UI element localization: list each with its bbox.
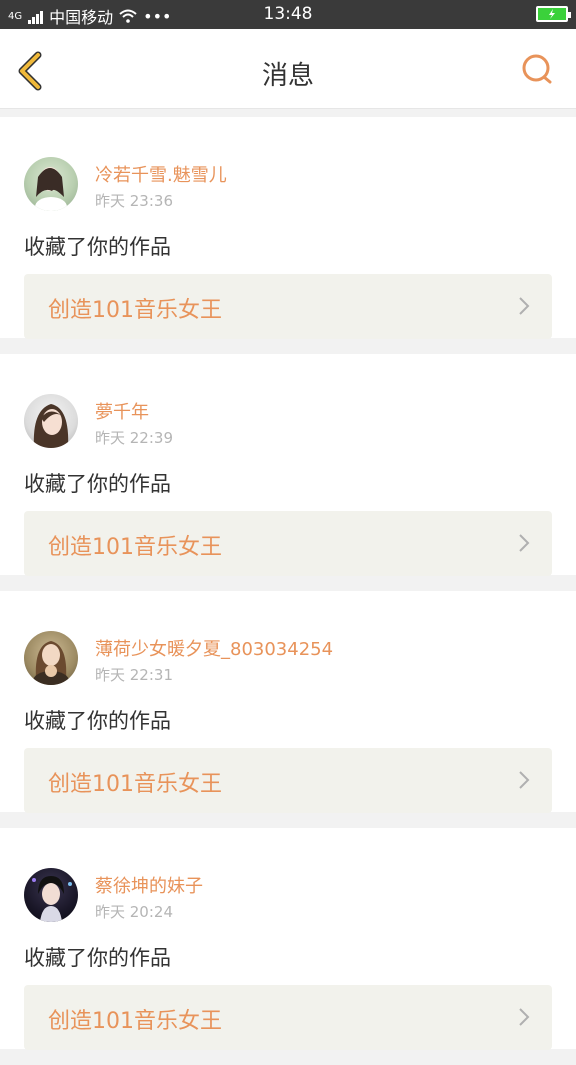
username[interactable]: 夢千年 (95, 398, 149, 424)
page-title: 消息 (261, 61, 314, 91)
message-time: 昨天 22:39 (95, 429, 173, 447)
work-link[interactable]: 创造101音乐女王 (24, 511, 552, 576)
message-action: 收藏了你的作品 (24, 946, 171, 970)
message-time: 昨天 20:24 (95, 903, 173, 921)
work-title: 创造101音乐女王 (48, 1009, 222, 1034)
message-time: 昨天 23:36 (95, 192, 173, 210)
work-link[interactable]: 创造101音乐女王 (24, 985, 552, 1050)
message-card: 蔡徐坤的妹子 昨天 20:24 收藏了你的作品 创造101音乐女王 (0, 828, 576, 1050)
username[interactable]: 蔡徐坤的妹子 (95, 872, 203, 898)
work-title: 创造101音乐女王 (48, 535, 222, 560)
chevron-right-icon (519, 1008, 530, 1026)
message-card: 冷若千雪.魅雪儿 昨天 23:36 收藏了你的作品 创造101音乐女王 (0, 117, 576, 339)
battery-icon (536, 6, 571, 22)
work-link[interactable]: 创造101音乐女王 (24, 748, 552, 813)
avatar[interactable] (24, 631, 78, 685)
status-right (536, 6, 571, 22)
avatar[interactable] (24, 394, 78, 448)
message-time: 昨天 22:31 (95, 666, 173, 684)
status-bar: 4G 中国移动 ••• 13:48 (0, 0, 576, 29)
avatar[interactable] (24, 157, 78, 211)
work-title: 创造101音乐女王 (48, 298, 222, 323)
message-action: 收藏了你的作品 (24, 235, 171, 259)
username[interactable]: 冷若千雪.魅雪儿 (95, 161, 227, 187)
avatar[interactable] (24, 868, 78, 922)
search-button[interactable] (520, 53, 554, 87)
chevron-right-icon (519, 771, 530, 789)
chevron-right-icon (519, 534, 530, 552)
message-action: 收藏了你的作品 (24, 472, 171, 496)
chevron-right-icon (519, 297, 530, 315)
message-action: 收藏了你的作品 (24, 709, 171, 733)
username[interactable]: 薄荷少女暖夕夏_803034254 (95, 635, 333, 661)
status-time: 13:48 (263, 4, 313, 24)
search-icon (522, 54, 552, 84)
header: 消息 (0, 29, 576, 109)
message-card: 薄荷少女暖夕夏_803034254 昨天 22:31 收藏了你的作品 创造101… (0, 591, 576, 813)
work-link[interactable]: 创造101音乐女王 (24, 274, 552, 339)
message-card: 夢千年 昨天 22:39 收藏了你的作品 创造101音乐女王 (0, 354, 576, 576)
work-title: 创造101音乐女王 (48, 772, 222, 797)
message-list: 冷若千雪.魅雪儿 昨天 23:36 收藏了你的作品 创造101音乐女王 夢千年 … (0, 117, 576, 1065)
